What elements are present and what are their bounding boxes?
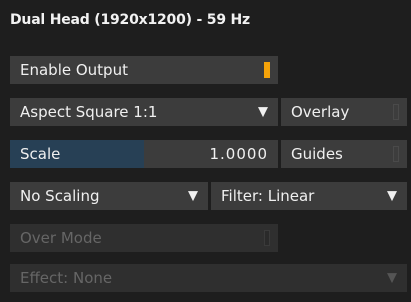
scale-slider[interactable]: Scale 1.0000: [10, 140, 278, 168]
scale-value: 1.0000: [209, 145, 268, 163]
scaling-dropdown[interactable]: No Scaling ▼: [10, 182, 208, 210]
toggle-off-indicator: [393, 104, 399, 120]
enable-output-label: Enable Output: [20, 61, 128, 79]
over-mode-label: Over Mode: [20, 229, 102, 247]
filter-dropdown[interactable]: Filter: Linear ▼: [211, 182, 407, 210]
toggle-on-indicator: [264, 62, 270, 78]
guides-label: Guides: [291, 145, 343, 163]
chevron-down-icon: ▼: [188, 188, 198, 204]
effect-dropdown[interactable]: Effect: None ▼: [10, 264, 407, 292]
scaling-value: No Scaling: [20, 187, 100, 205]
guides-toggle[interactable]: Guides: [281, 140, 407, 168]
toggle-off-indicator: [264, 230, 270, 246]
chevron-down-icon: ▼: [387, 270, 397, 286]
display-title: Dual Head (1920x1200) - 59 Hz: [10, 12, 250, 28]
chevron-down-icon: ▼: [258, 104, 268, 120]
chevron-down-icon: ▼: [387, 188, 397, 204]
output-settings-panel: Dual Head (1920x1200) - 59 Hz Enable Out…: [0, 0, 411, 302]
filter-value: Filter: Linear: [221, 187, 315, 205]
toggle-off-indicator: [393, 146, 399, 162]
effect-value: Effect: None: [20, 269, 113, 287]
over-mode-toggle[interactable]: Over Mode: [10, 224, 278, 252]
overlay-toggle[interactable]: Overlay: [281, 98, 407, 126]
aspect-dropdown[interactable]: Aspect Square 1:1 ▼: [10, 98, 278, 126]
aspect-value: Aspect Square 1:1: [20, 103, 158, 121]
scale-label: Scale: [20, 145, 61, 163]
enable-output-toggle[interactable]: Enable Output: [10, 56, 278, 84]
overlay-label: Overlay: [291, 103, 350, 121]
